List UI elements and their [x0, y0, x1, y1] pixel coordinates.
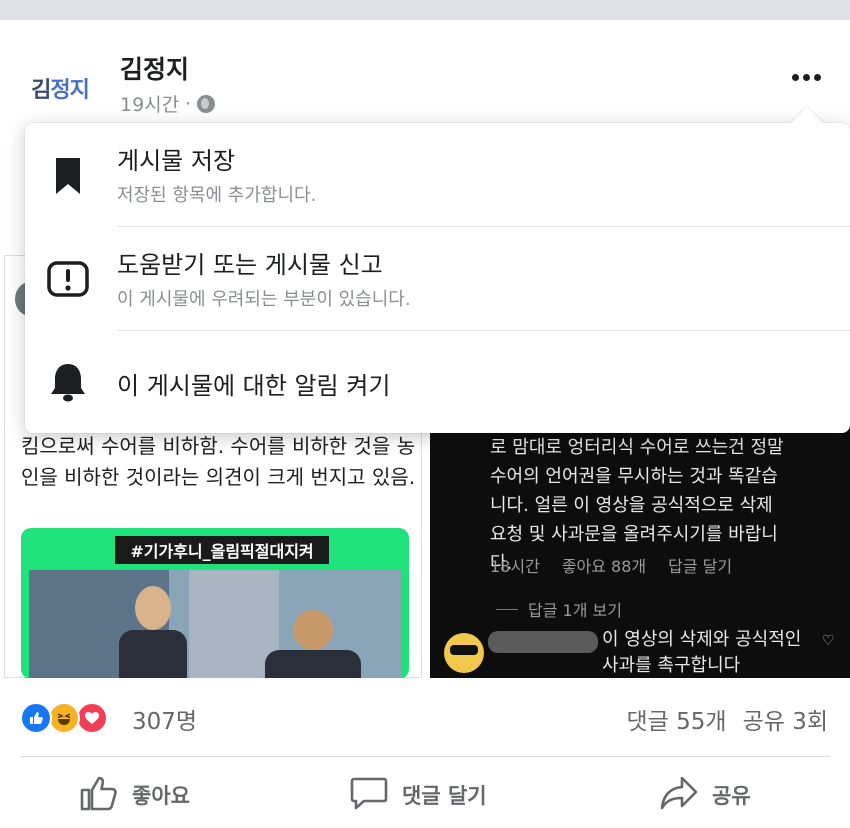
person-figure: [265, 610, 361, 679]
comment-item: 이 영상의 삭제와 공식적인 사과를 촉구합니다 ♡: [442, 629, 842, 678]
reply-dash: [496, 608, 518, 610]
comment-likes: 좋아요 88개: [561, 557, 647, 576]
like-button[interactable]: 좋아요: [80, 775, 190, 815]
blurred-username: [488, 631, 598, 653]
comment-button[interactable]: 댓글 달기: [350, 775, 487, 815]
top-separator-bar: [0, 0, 850, 20]
more-dot-icon: [791, 73, 799, 81]
person-head: [293, 610, 333, 650]
comment-meta: 18시간 좋아요 88개 답글 달기: [490, 553, 732, 577]
menu-item-subtitle: 이 게시물에 우려되는 부분이 있습니다.: [117, 289, 411, 310]
post-options-menu: 게시물 저장 저장된 항목에 추가합니다. 도움받기 또는 게시물 신고 이 게…: [25, 123, 850, 433]
menu-item-title: 도움받기 또는 게시물 신고: [117, 251, 383, 279]
person-body: [265, 650, 361, 679]
person-head: [135, 586, 171, 630]
more-options-button[interactable]: [784, 62, 828, 92]
comment-time: 18시간: [490, 557, 540, 576]
bookmark-icon: [47, 155, 89, 197]
report-icon: [47, 258, 89, 300]
avatar[interactable]: 김 정지: [18, 66, 102, 110]
menu-item-title: 게시물 저장: [117, 147, 236, 175]
post-meta: 19시간 ·: [120, 90, 216, 117]
menu-item-title: 이 게시물에 대한 알림 켜기: [117, 372, 391, 400]
comment-label: 댓글 달기: [402, 784, 487, 808]
hashtag-caption: #기가후니_올림픽절대지켜: [115, 536, 329, 564]
more-dot-icon: [813, 73, 821, 81]
menu-caret: [790, 107, 824, 124]
more-dot-icon: [802, 73, 810, 81]
share-button[interactable]: 공유: [660, 775, 751, 815]
menu-item-save-post[interactable]: 게시물 저장 저장된 항목에 추가합니다.: [25, 123, 850, 226]
avatar-text: 김: [31, 78, 51, 103]
share-label: 공유: [712, 784, 751, 808]
share-arrow-icon: [660, 775, 698, 816]
meta-separator: ·: [185, 92, 192, 115]
person-body: [119, 630, 187, 679]
haha-reaction-icon: [48, 702, 80, 734]
menu-item-subtitle: 저장된 항목에 추가합니다.: [117, 185, 317, 206]
video-thumbnail[interactable]: #기가후니_올림픽절대지켜: [21, 528, 409, 679]
like-label: 좋아요: [132, 784, 190, 808]
bell-icon: [47, 361, 89, 403]
comment-bubble-icon: [350, 775, 388, 816]
post-stats: 댓글 55개 공유 3회: [0, 702, 829, 736]
heart-outline-icon: ♡: [822, 633, 835, 649]
author-name[interactable]: 김정지: [120, 50, 189, 86]
comment-count[interactable]: 댓글 55개: [627, 709, 727, 735]
view-replies-label: 답글 1개 보기: [528, 601, 622, 620]
reactions-bar: 307명 댓글 55개 공유 3회: [0, 678, 850, 756]
thumbs-up-icon: [80, 775, 118, 816]
globe-icon: [197, 94, 216, 113]
menu-item-turn-on-notifications[interactable]: 이 게시물에 대한 알림 켜기: [25, 331, 850, 433]
avatar-text-accent: 정지: [50, 78, 89, 103]
action-bar: 좋아요 댓글 달기 공유: [0, 757, 850, 828]
menu-item-report-post[interactable]: 도움받기 또는 게시물 신고 이 게시물에 우려되는 부분이 있습니다.: [25, 227, 850, 330]
share-count[interactable]: 공유 3회: [743, 709, 828, 735]
love-reaction-icon: [76, 702, 108, 734]
video-scene: [29, 570, 401, 679]
comment-reply-link: 답글 달기: [668, 557, 733, 576]
view-replies: 답글 1개 보기: [496, 597, 622, 621]
person-figure: [119, 586, 187, 679]
post-time[interactable]: 19시간: [120, 90, 179, 117]
sunglasses-emoji-icon: [444, 633, 484, 673]
like-reaction-icon: [20, 702, 52, 734]
post-header: 김 정지 김정지 19시간 ·: [0, 20, 850, 130]
shared-post-text: 킴으로써 수어를 비하함. 수어를 비하한 것을 농인을 비하한 것이라는 의견…: [21, 434, 416, 489]
comment-text: 이 영상의 삭제와 공식적인 사과를 촉구합니다: [602, 629, 802, 676]
